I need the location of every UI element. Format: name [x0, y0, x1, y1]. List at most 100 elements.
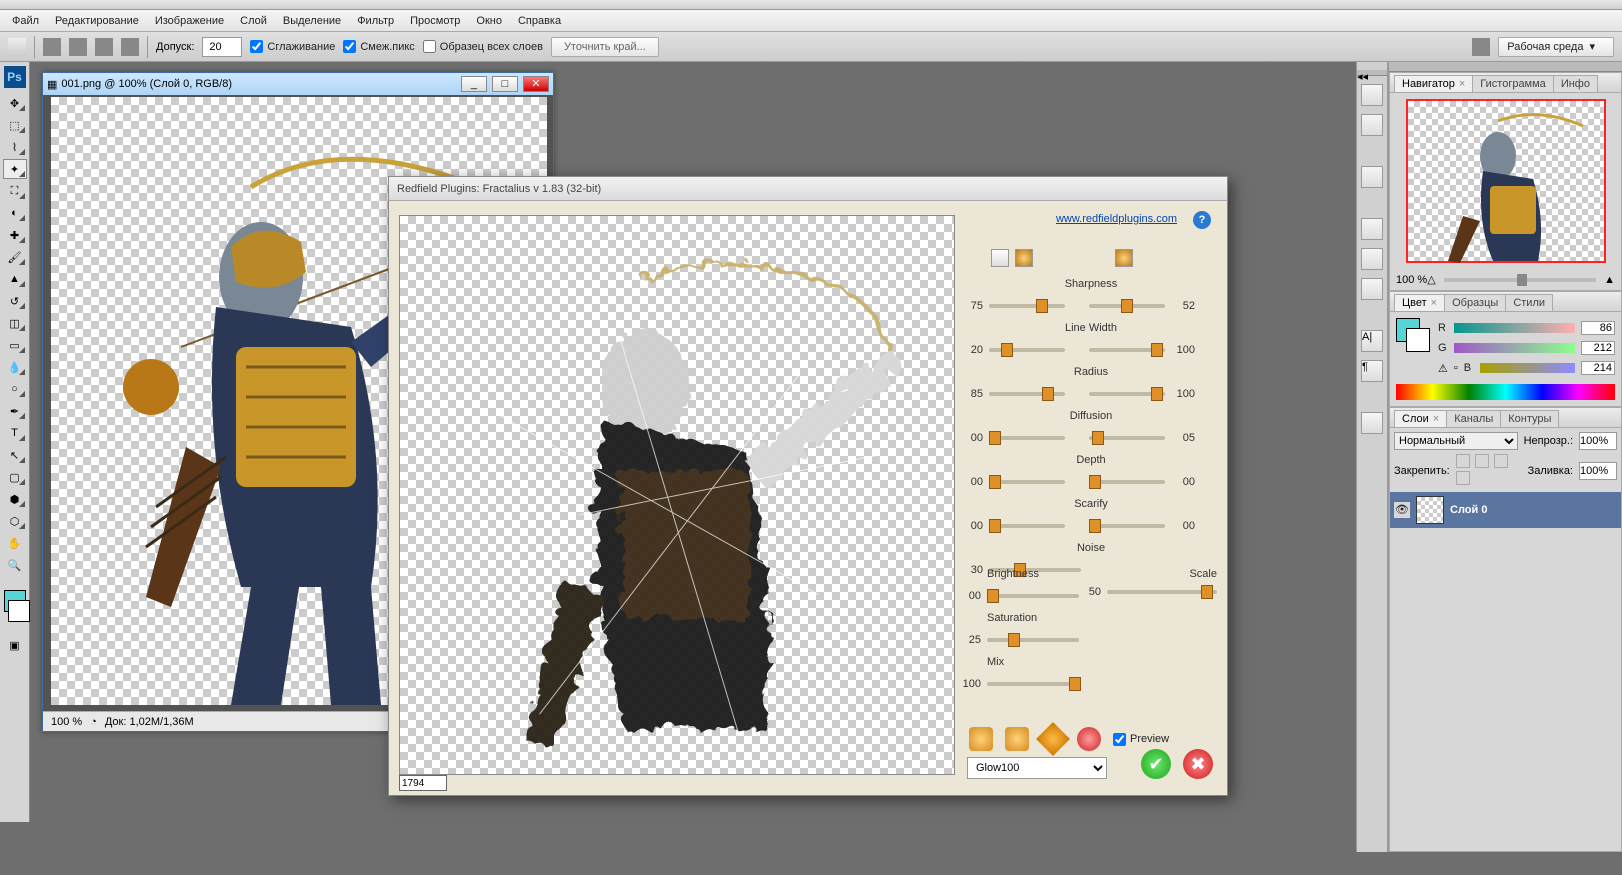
tolerance-input[interactable]: 20 [202, 37, 242, 57]
background-color[interactable] [8, 600, 30, 622]
help-icon[interactable]: ? [1193, 211, 1211, 229]
tab-color[interactable]: Цвет× [1394, 294, 1445, 311]
lock-pixels-icon[interactable] [1475, 454, 1489, 468]
zoom-value[interactable]: 100 % [51, 716, 82, 728]
ps-logo-icon[interactable]: Ps [4, 66, 26, 88]
tool-presets-icon[interactable] [1361, 248, 1383, 270]
slider-left[interactable] [989, 304, 1065, 308]
tab-paths[interactable]: Контуры [1500, 410, 1559, 427]
close-button[interactable]: ✕ [523, 76, 549, 92]
g-slider[interactable] [1454, 343, 1575, 353]
scale-slider[interactable] [1107, 590, 1217, 594]
tab-swatches[interactable]: Образцы [1444, 294, 1506, 311]
contiguous-checkbox[interactable]: Смеж.пикс [343, 40, 414, 53]
tab-navigator[interactable]: Навигатор× [1394, 75, 1473, 92]
ok-button[interactable]: ✔ [1141, 749, 1171, 779]
warning-icon[interactable]: ⚠ [1438, 362, 1448, 375]
layer-row[interactable]: 👁 Слой 0 [1390, 492, 1621, 528]
blur-tool[interactable]: 💧 [3, 357, 27, 377]
undo-icon[interactable] [969, 727, 993, 751]
color-spectrum[interactable] [1396, 384, 1615, 400]
stamp-tool[interactable]: ▲ [3, 269, 27, 289]
visibility-icon[interactable]: 👁 [1394, 502, 1410, 518]
slider-right[interactable] [1089, 436, 1165, 440]
menu-view[interactable]: Просмотр [402, 12, 468, 30]
slider-right[interactable] [1089, 524, 1165, 528]
slider-left[interactable] [989, 524, 1065, 528]
slider[interactable] [987, 682, 1079, 686]
lasso-tool[interactable]: ⌇ [3, 137, 27, 157]
g-value[interactable] [1581, 341, 1615, 355]
slider-left[interactable] [989, 436, 1065, 440]
pen-tool[interactable]: ✒ [3, 401, 27, 421]
zoom-out-icon[interactable]: △ [1427, 273, 1435, 286]
b-slider[interactable] [1480, 363, 1575, 373]
minimize-button[interactable]: _ [461, 76, 487, 92]
3d-tool[interactable]: ⬢ [3, 489, 27, 509]
quickmask-toggle[interactable]: ▣ [3, 635, 27, 655]
lock-all-icon[interactable] [1456, 471, 1470, 485]
b-value[interactable] [1581, 361, 1615, 375]
redo-icon[interactable] [1005, 727, 1029, 751]
slider-left[interactable] [989, 392, 1065, 396]
preview-checkbox[interactable]: Preview [1113, 733, 1169, 746]
reset-icon[interactable] [1077, 727, 1101, 751]
doc-info-icon[interactable]: ◔ [90, 716, 97, 728]
cancel-button[interactable]: ✖ [1183, 749, 1213, 779]
paragraph-panel-icon[interactable]: ¶ [1361, 360, 1383, 382]
actions-panel-icon[interactable] [1361, 218, 1383, 240]
maximize-button[interactable]: □ [492, 76, 518, 92]
3d-camera-tool[interactable]: ⬡ [3, 511, 27, 531]
zoom-tool[interactable]: 🔍 [3, 555, 27, 575]
crop-tool[interactable]: ⛶ [3, 181, 27, 201]
tab-styles[interactable]: Стили [1505, 294, 1553, 311]
menu-file[interactable]: Файл [4, 12, 47, 30]
move-tool[interactable]: ✥ [3, 93, 27, 113]
healing-tool[interactable]: ✚ [3, 225, 27, 245]
path-select-tool[interactable]: ↖ [3, 445, 27, 465]
selection-new-icon[interactable] [43, 38, 61, 56]
type-tool[interactable]: T [3, 423, 27, 443]
fill-input[interactable] [1579, 462, 1617, 480]
lock-transparency-icon[interactable] [1456, 454, 1470, 468]
antialias-checkbox[interactable]: Сглаживание [250, 40, 335, 53]
zoom-in-icon[interactable]: ▲ [1604, 274, 1615, 286]
slider[interactable] [987, 638, 1079, 642]
nav-zoom-value[interactable]: 100 % [1396, 274, 1427, 286]
slider-right[interactable] [1089, 304, 1165, 308]
plugin-titlebar[interactable]: Redfield Plugins: Fractalius v 1.83 (32-… [389, 177, 1227, 201]
marquee-tool[interactable]: ⬚ [3, 115, 27, 135]
menu-layer[interactable]: Слой [232, 12, 275, 30]
tab-histogram[interactable]: Гистограмма [1472, 75, 1554, 92]
plugin-url-link[interactable]: www.redfieldplugins.com [1056, 213, 1177, 225]
notes-panel-icon[interactable] [1361, 412, 1383, 434]
r-value[interactable] [1581, 321, 1615, 335]
shape-tool[interactable]: ▢ [3, 467, 27, 487]
history-brush-tool[interactable]: ↺ [3, 291, 27, 311]
layer-name[interactable]: Слой 0 [1450, 504, 1487, 516]
brush-panel-icon[interactable] [1361, 84, 1383, 106]
character-panel-icon[interactable]: A| [1361, 330, 1383, 352]
tab-info[interactable]: Инфо [1553, 75, 1598, 92]
slider[interactable] [987, 594, 1079, 598]
brush-tool[interactable]: 🖌 [3, 247, 27, 267]
menu-help[interactable]: Справка [510, 12, 569, 30]
gradient-tool[interactable]: ▭ [3, 335, 27, 355]
screen-mode-icon[interactable] [1472, 38, 1490, 56]
mode-icon-3[interactable] [1115, 249, 1133, 267]
dimension-input[interactable] [399, 775, 447, 791]
selection-subtract-icon[interactable] [95, 38, 113, 56]
plugin-preview[interactable] [399, 215, 955, 775]
navigator-thumbnail[interactable] [1406, 99, 1606, 263]
menu-select[interactable]: Выделение [275, 12, 349, 30]
sample-all-layers-checkbox[interactable]: Образец всех слоев [423, 40, 543, 53]
selection-add-icon[interactable] [69, 38, 87, 56]
blend-mode-dropdown[interactable]: Нормальный [1394, 432, 1518, 450]
menu-edit[interactable]: Редактирование [47, 12, 147, 30]
layer-comps-icon[interactable] [1361, 278, 1383, 300]
mode-icon-2[interactable] [1015, 249, 1033, 267]
color-bg-swatch[interactable] [1406, 328, 1430, 352]
nav-zoom-slider[interactable] [1444, 278, 1596, 282]
preset-dropdown[interactable]: Glow100 [967, 757, 1107, 779]
slider-right[interactable] [1089, 480, 1165, 484]
